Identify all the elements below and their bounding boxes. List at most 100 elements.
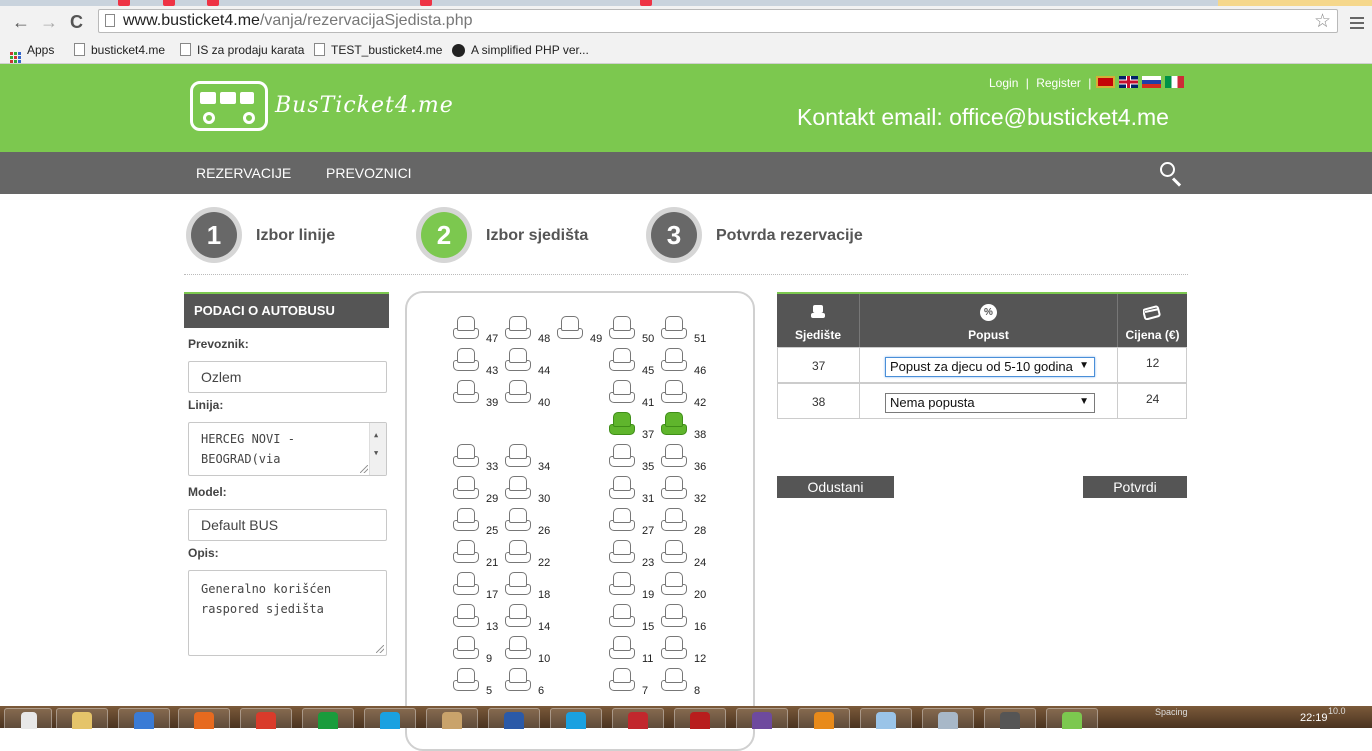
forward-arrow-icon[interactable]: → (40, 13, 58, 31)
line-textarea[interactable]: HERCEG NOVI - BEOGRAD(via ▲ ▼ (188, 422, 387, 476)
seat-24-icon[interactable] (661, 540, 687, 564)
seat-20-icon[interactable] (661, 572, 687, 596)
notes-taskbar-icon[interactable] (922, 708, 974, 729)
reload-icon[interactable]: C (70, 13, 83, 31)
seat-37-icon[interactable] (609, 412, 635, 436)
seat-5-icon[interactable] (453, 668, 479, 692)
discount-select[interactable]: Nema popusta ▼ (885, 393, 1095, 413)
seat-43-icon[interactable] (453, 348, 479, 372)
chrome-menu-icon[interactable] (1350, 14, 1364, 32)
seat-35-icon[interactable] (609, 444, 635, 468)
acrobat-taskbar-icon[interactable] (674, 708, 726, 729)
bus-logo-icon[interactable] (190, 81, 268, 131)
resize-grip-icon[interactable] (360, 465, 368, 473)
seat-26-icon[interactable] (505, 508, 531, 532)
seat-42-icon[interactable] (661, 380, 687, 404)
bookmark-item[interactable]: busticket4.me (74, 43, 165, 57)
discount-select[interactable]: Popust za djecu od 5-10 godina ▼ (885, 357, 1095, 377)
seat-12-icon[interactable] (661, 636, 687, 660)
bookmark-item[interactable]: TEST_busticket4.me (314, 43, 442, 57)
scroll-up-icon[interactable]: ▲ (374, 425, 378, 445)
seat-44-icon[interactable] (505, 348, 531, 372)
seat-9-icon[interactable] (453, 636, 479, 660)
seat-27-icon[interactable] (609, 508, 635, 532)
logo-text[interactable]: BusTicket4.me (275, 93, 454, 118)
seat-14-icon[interactable] (505, 604, 531, 628)
clock[interactable]: 22:19 (1300, 712, 1328, 724)
seat-6-icon[interactable] (505, 668, 531, 692)
seat-39-icon[interactable] (453, 380, 479, 404)
paint-taskbar-icon[interactable] (860, 708, 912, 729)
seat-17-icon[interactable] (453, 572, 479, 596)
confirm-button[interactable]: Potvrdi (1083, 476, 1187, 498)
seat-41-icon[interactable] (609, 380, 635, 404)
scroll-down-icon[interactable]: ▼ (374, 443, 378, 463)
seat-45-icon[interactable] (609, 348, 635, 372)
seat-34-icon[interactable] (505, 444, 531, 468)
textarea-scrollbar[interactable]: ▲ ▼ (369, 423, 386, 475)
seat-33-icon[interactable] (453, 444, 479, 468)
seat-25-icon[interactable] (453, 508, 479, 532)
seat-15-icon[interactable] (609, 604, 635, 628)
seat-22-icon[interactable] (505, 540, 531, 564)
seat-31-icon[interactable] (609, 476, 635, 500)
settings-taskbar-icon[interactable] (798, 708, 850, 729)
login-link[interactable]: Login (989, 76, 1018, 90)
gimp-taskbar-icon[interactable] (984, 708, 1036, 729)
uk-flag-icon[interactable] (1119, 76, 1138, 88)
seat-46-icon[interactable] (661, 348, 687, 372)
firefox-taskbar-icon[interactable] (178, 708, 230, 729)
seat-48-icon[interactable] (505, 316, 531, 340)
seat-36-icon[interactable] (661, 444, 687, 468)
seat-51-icon[interactable] (661, 316, 687, 340)
seat-28-icon[interactable] (661, 508, 687, 532)
address-bar[interactable]: www.busticket4.me/vanja/rezervacijaSjedi… (98, 9, 1338, 33)
seat-7-icon[interactable] (609, 668, 635, 692)
bookmark-apps[interactable]: Apps (10, 43, 54, 63)
busticket-taskbar-icon[interactable] (1046, 708, 1098, 729)
seat-40-icon[interactable] (505, 380, 531, 404)
word-taskbar-icon[interactable] (488, 708, 540, 729)
resize-grip-icon[interactable] (376, 645, 384, 653)
seat-21-icon[interactable] (453, 540, 479, 564)
model-field[interactable]: Default BUS (188, 509, 387, 541)
seat-50-icon[interactable] (609, 316, 635, 340)
chrome-taskbar-icon[interactable] (240, 708, 292, 729)
seat-38-icon[interactable] (661, 412, 687, 436)
app-taskbar-icon[interactable] (426, 708, 478, 729)
bookmark-item[interactable]: IS za prodaju karata (180, 43, 304, 57)
desc-textarea[interactable]: Generalno korišćen raspored sjedišta (188, 570, 387, 656)
bookmark-star-icon[interactable]: ☆ (1314, 10, 1331, 33)
github-taskbar-icon[interactable] (736, 708, 788, 729)
seat-32-icon[interactable] (661, 476, 687, 500)
seat-19-icon[interactable] (609, 572, 635, 596)
search-icon[interactable] (1160, 162, 1184, 187)
skype-taskbar-icon[interactable] (364, 708, 416, 729)
skype-taskbar-icon[interactable] (550, 708, 602, 729)
seat-49-icon[interactable] (557, 316, 583, 340)
montenegro-flag-icon[interactable] (1096, 76, 1115, 88)
seat-47-icon[interactable] (453, 316, 479, 340)
back-arrow-icon[interactable]: ← (12, 13, 30, 31)
russia-flag-icon[interactable] (1142, 76, 1161, 88)
start-button[interactable] (4, 708, 52, 729)
carrier-field[interactable]: Ozlem (188, 361, 387, 393)
filezilla-taskbar-icon[interactable] (612, 708, 664, 729)
seat-18-icon[interactable] (505, 572, 531, 596)
store-taskbar-icon[interactable] (302, 708, 354, 729)
italy-flag-icon[interactable] (1165, 76, 1184, 88)
cancel-button[interactable]: Odustani (777, 476, 894, 498)
seat-23-icon[interactable] (609, 540, 635, 564)
nav-item-rezervacije[interactable]: REZERVACIJE (196, 165, 291, 181)
seat-10-icon[interactable] (505, 636, 531, 660)
seat-13-icon[interactable] (453, 604, 479, 628)
seat-16-icon[interactable] (661, 604, 687, 628)
seat-11-icon[interactable] (609, 636, 635, 660)
seat-30-icon[interactable] (505, 476, 531, 500)
bookmark-item[interactable]: A simplified PHP ver... (452, 43, 589, 57)
explorer-taskbar-icon[interactable] (56, 708, 108, 729)
nav-item-prevoznici[interactable]: PREVOZNICI (326, 165, 412, 181)
seat-29-icon[interactable] (453, 476, 479, 500)
ie-taskbar-icon[interactable] (118, 708, 170, 729)
seat-8-icon[interactable] (661, 668, 687, 692)
